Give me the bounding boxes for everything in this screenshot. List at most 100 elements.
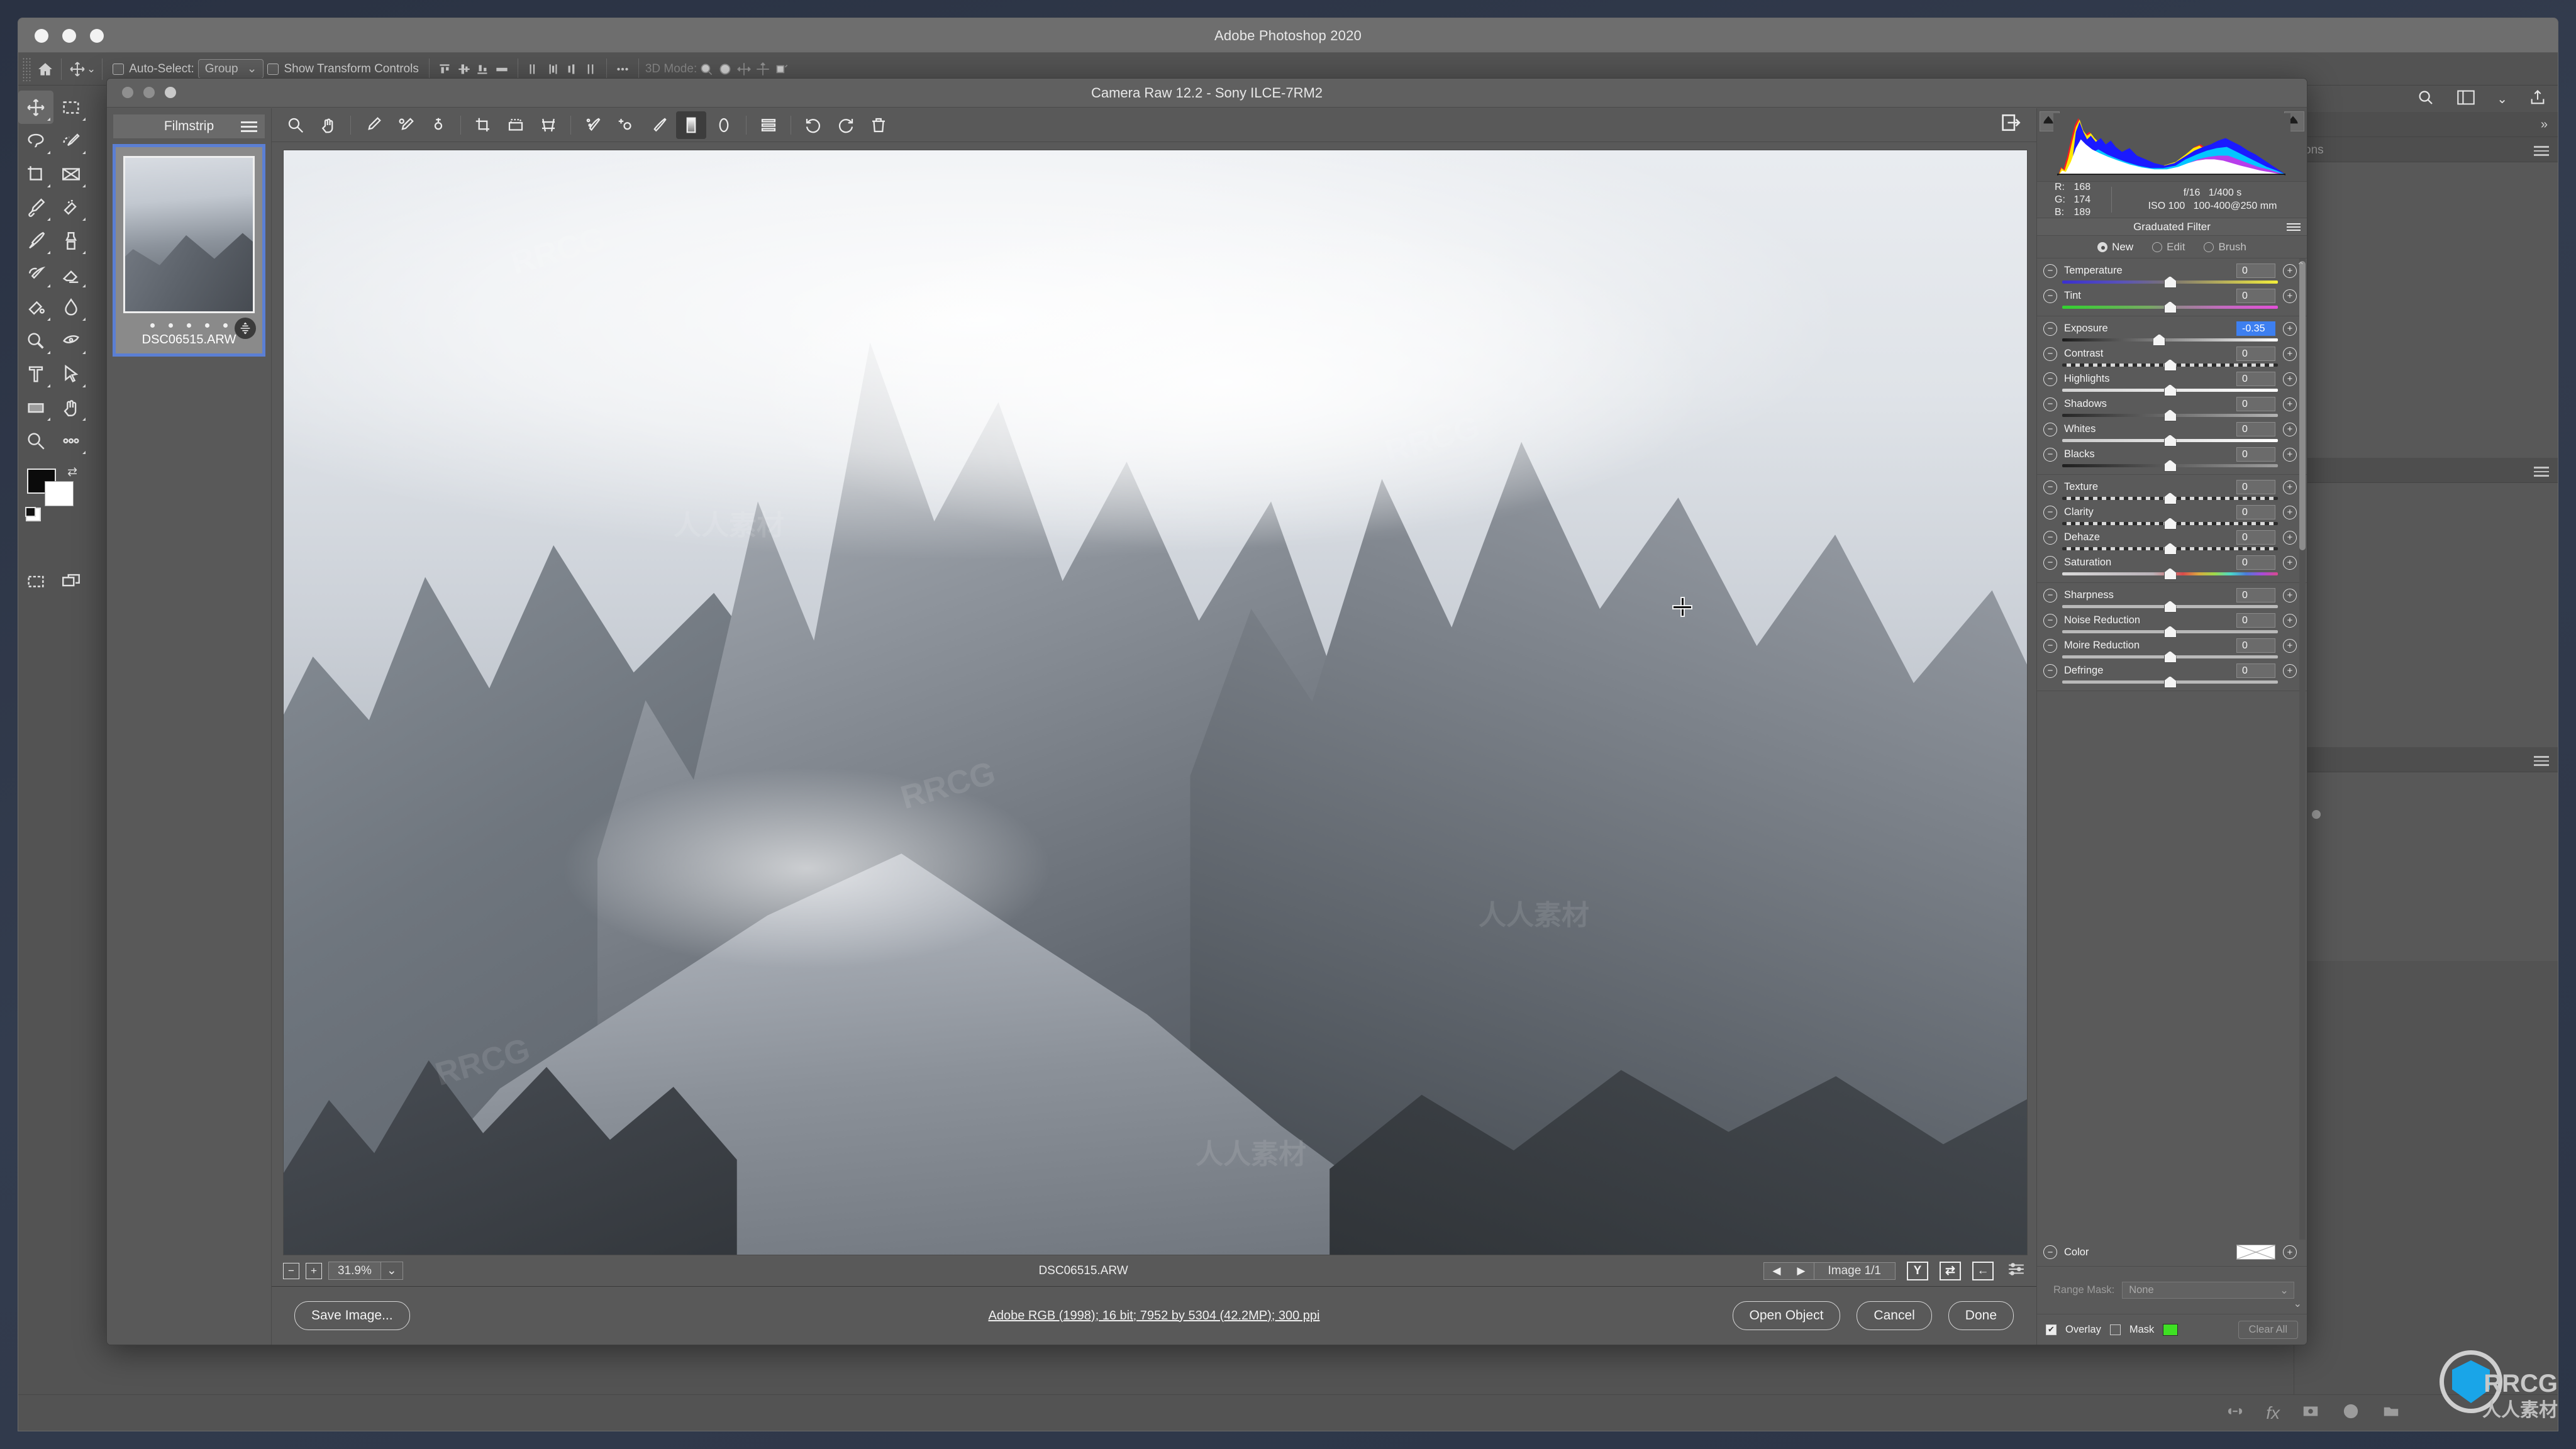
move-tool-icon[interactable] — [68, 60, 87, 79]
rating-dot[interactable] — [205, 323, 209, 328]
cr-maximize-button[interactable] — [165, 87, 176, 98]
moire-reduction-slider-track[interactable] — [2062, 651, 2278, 663]
toggle-before-after-icon[interactable]: Y — [1907, 1261, 1928, 1280]
overlay-checkbox[interactable]: ✔ — [2046, 1324, 2057, 1335]
align-horizontal-centers-icon[interactable] — [543, 60, 562, 79]
dock-collapse-bar[interactable]: » — [2294, 112, 2558, 137]
slider-scroll-area[interactable]: − Temperature 0 + − Tint 0 + − Exposure -0.35 + − Con… — [2037, 258, 2307, 1240]
delete-icon[interactable] — [863, 111, 894, 139]
increase-sharpness-button[interactable]: + — [2283, 588, 2297, 602]
increase-defringe-button[interactable]: + — [2283, 663, 2297, 678]
clarity-value-field[interactable]: 0 — [2236, 505, 2275, 519]
ellipsis-icon[interactable] — [613, 60, 632, 79]
increase-contrast-button[interactable]: + — [2283, 347, 2297, 361]
increase-blacks-button[interactable]: + — [2283, 447, 2297, 462]
decrease-noise-reduction-button[interactable]: − — [2043, 613, 2057, 628]
highlights-slider-track[interactable] — [2062, 384, 2278, 396]
mask-checkbox[interactable] — [2109, 1324, 2121, 1335]
increase-texture-button[interactable]: + — [2283, 480, 2297, 494]
decrease-blacks-button[interactable]: − — [2043, 447, 2057, 462]
workflow-options-link[interactable]: Adobe RGB (1998); 16 bit; 7952 by 5304 (… — [272, 1309, 2036, 1323]
decrease-highlights-button[interactable]: − — [2043, 372, 2057, 386]
increase-clarity-button[interactable]: + — [2283, 505, 2297, 519]
rotate-clockwise-icon[interactable] — [831, 111, 861, 139]
swap-before-after-icon[interactable]: ⇄ — [1940, 1261, 1961, 1280]
clone-stamp-tool[interactable] — [53, 224, 89, 257]
mode-new-radio[interactable]: New — [2097, 241, 2133, 253]
copy-settings-icon[interactable]: ← — [1972, 1261, 1994, 1280]
dehaze-value-field[interactable]: 0 — [2236, 530, 2275, 545]
exposure-slider-track[interactable] — [2062, 334, 2278, 346]
path-selection-tool[interactable] — [53, 357, 89, 391]
increase-temperature-button[interactable]: + — [2283, 264, 2297, 278]
hamburger-menu-icon[interactable] — [2534, 146, 2549, 158]
temperature-slider-track[interactable] — [2062, 276, 2278, 288]
workspace-icon[interactable] — [2457, 89, 2475, 109]
decrease-dehaze-button[interactable]: − — [2043, 530, 2057, 545]
dock-panel-header[interactable]: ons — [2294, 137, 2558, 162]
clear-all-button[interactable]: Clear All — [2238, 1320, 2298, 1339]
decrease-exposure-button[interactable]: − — [2043, 321, 2057, 336]
transform-tool-icon[interactable] — [533, 111, 564, 139]
increase-dehaze-button[interactable]: + — [2283, 530, 2297, 545]
increase-saturation-button[interactable]: + — [2283, 555, 2297, 570]
mask-color-swatch[interactable] — [2163, 1323, 2179, 1336]
image-preview[interactable]: RRCG 人人素材 RRCG 人人素材 RRCG 人人素材 RRCG 人人素材 — [283, 150, 2028, 1255]
histogram-graph[interactable] — [2053, 113, 2290, 176]
moire-reduction-value-field[interactable]: 0 — [2236, 638, 2275, 653]
hamburger-menu-icon[interactable] — [2534, 756, 2549, 769]
highlights-value-field[interactable]: 0 — [2236, 372, 2275, 386]
collapse-up-chevron-icon[interactable]: ⌃ — [2297, 260, 2305, 272]
mode-edit-radio[interactable]: Edit — [2152, 241, 2185, 253]
contrast-value-field[interactable]: 0 — [2236, 347, 2275, 361]
noise-reduction-slider-track[interactable] — [2062, 626, 2278, 638]
filmstrip-item[interactable]: DSC06515.ARW — [113, 144, 265, 357]
scrollbar-thumb[interactable] — [2299, 261, 2306, 550]
cr-minimize-button[interactable] — [143, 87, 155, 98]
hamburger-menu-icon[interactable] — [2534, 467, 2549, 479]
adjustment-brush-icon[interactable] — [643, 111, 674, 139]
contrast-slider-track[interactable] — [2062, 359, 2278, 371]
decrease-texture-button[interactable]: − — [2043, 480, 2057, 494]
edit-toolbar-tool[interactable] — [53, 424, 89, 457]
spot-removal-icon[interactable] — [578, 111, 608, 139]
history-brush-tool[interactable] — [18, 257, 53, 291]
align-horizontal-distribute-icon[interactable] — [492, 60, 511, 79]
increase-whites-button[interactable]: + — [2283, 422, 2297, 436]
radial-filter-icon[interactable] — [709, 111, 739, 139]
roll-3d-icon[interactable] — [716, 60, 735, 79]
range-mask-dropdown[interactable]: None ⌄ — [2122, 1282, 2294, 1299]
color-decrease-button[interactable]: − — [2043, 1245, 2057, 1259]
rating-dot[interactable] — [150, 323, 155, 328]
lasso-tool[interactable] — [18, 124, 53, 157]
rating-dot[interactable] — [187, 323, 191, 328]
hand-tool[interactable] — [53, 391, 89, 424]
scale-3d-icon[interactable] — [772, 60, 791, 79]
color-sampler-icon[interactable] — [391, 111, 421, 139]
show-transform-checkbox[interactable] — [267, 63, 279, 75]
eraser-tool[interactable] — [53, 257, 89, 291]
image-navigation[interactable]: ◀ ▶ Image 1/1 — [1763, 1262, 1896, 1280]
default-colors-icon[interactable] — [25, 507, 41, 521]
double-chevron-right-icon[interactable]: » — [2541, 118, 2548, 132]
tint-value-field[interactable]: 0 — [2236, 289, 2275, 303]
texture-slider-track[interactable] — [2062, 492, 2278, 504]
dodge-tool[interactable] — [18, 324, 53, 357]
collapse-panel-chevron-icon[interactable]: ⌄ — [2294, 1297, 2302, 1310]
presets-icon[interactable] — [753, 111, 784, 139]
layer-visibility-icon[interactable] — [2312, 810, 2321, 819]
search-icon[interactable] — [2416, 88, 2435, 110]
layer-mask-icon[interactable] — [2301, 1402, 2320, 1424]
rating-dot[interactable] — [223, 323, 228, 328]
color-swatches[interactable]: ⇄ — [25, 465, 77, 521]
auto-select-checkbox[interactable] — [113, 63, 125, 75]
pen-tool[interactable] — [53, 324, 89, 357]
fx-icon[interactable]: fx — [2266, 1403, 2280, 1423]
clarity-slider-track[interactable] — [2062, 518, 2278, 530]
exposure-value-field[interactable]: -0.35 — [2236, 321, 2275, 336]
color-swatch[interactable] — [2236, 1245, 2275, 1260]
show-transform-option[interactable]: Show Transform Controls — [264, 62, 422, 76]
adjustment-layer-icon[interactable] — [2341, 1402, 2360, 1424]
hamburger-menu-icon[interactable] — [2287, 223, 2301, 233]
increase-highlights-button[interactable]: + — [2283, 372, 2297, 386]
